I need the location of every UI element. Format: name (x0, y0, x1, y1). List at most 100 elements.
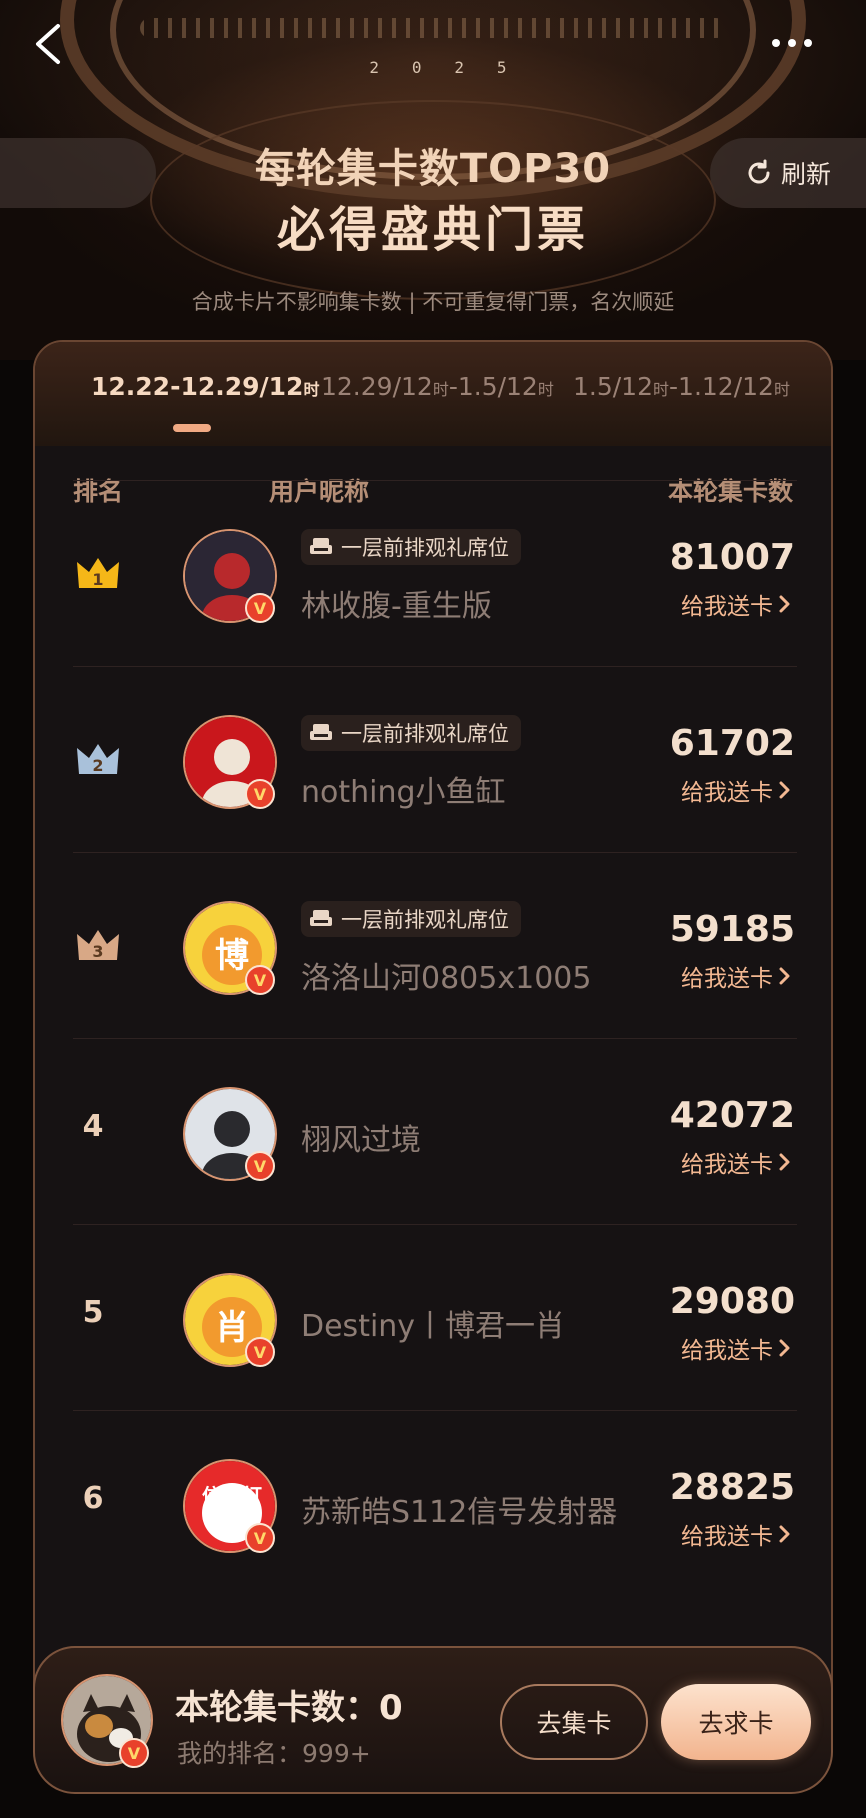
user-nickname: 林收腹-重生版 (301, 589, 492, 624)
refresh-label: 刷新 (780, 160, 831, 189)
back-button[interactable] (30, 22, 70, 66)
send-card-label: 给我送卡 (681, 1338, 773, 1364)
verified-badge-icon: V (245, 779, 275, 809)
tab-label: -1.12/12 (669, 372, 774, 401)
active-tab-indicator (173, 424, 211, 432)
refresh-button[interactable]: 刷新 (710, 138, 866, 208)
more-button[interactable] (772, 28, 828, 58)
chevron-right-icon (779, 595, 790, 613)
send-card-label: 给我送卡 (681, 966, 773, 992)
rank-crown-icon: 3 (75, 926, 121, 962)
tab-label: 1.5/12 (573, 372, 653, 401)
my-status-bar: V 本轮集卡数：0 我的排名：999+ 去集卡 去求卡 (33, 1646, 833, 1794)
tab-label-unit: 时 (653, 380, 670, 399)
send-card-label: 给我送卡 (681, 1152, 773, 1178)
more-dots-icon (772, 39, 780, 47)
rank-crown-icon: 1 (75, 554, 121, 590)
verified-badge-icon: V (245, 1337, 275, 1367)
round-tabs: 12.22-12.29/12时 12.29/12时-1.5/12时 1.5/12… (35, 342, 831, 446)
card-count: 81007 (669, 537, 795, 578)
year-digit: 2 (454, 57, 469, 77)
user-nickname: 洛洛山河0805x1005 (301, 961, 592, 996)
user-nickname: 苏新皓S112信号发射器 (301, 1495, 618, 1530)
seat-tag-label: 一层前排观礼席位 (341, 536, 509, 560)
year-digit: 0 (411, 57, 426, 77)
svg-text:博: 博 (215, 936, 249, 976)
tab-round-3[interactable]: 1.5/12时-1.12/12时 (573, 372, 790, 401)
seat-tag: 一层前排观礼席位 (301, 529, 521, 565)
tab-round-1[interactable]: 12.22-12.29/12时 (91, 372, 319, 401)
leaderboard-row[interactable]: 5 肖 V Destiny丨博君一肖 29080 给我送卡 (73, 1224, 797, 1410)
send-card-label: 给我送卡 (681, 1524, 773, 1550)
leaderboard-row[interactable]: 6 信号灯 卡送我 V 苏新皓S112信号发射器 28825 给我送卡 (73, 1410, 797, 1596)
leaderboard-row[interactable]: 4 V 栩风过境 42072 给我送卡 (73, 1038, 797, 1224)
user-nickname: Destiny丨博君一肖 (301, 1309, 566, 1344)
tab-round-2[interactable]: 12.29/12时-1.5/12时 (321, 372, 554, 401)
send-card-label: 给我送卡 (681, 594, 773, 620)
tab-label-unit: 时 (773, 380, 790, 399)
send-card-link[interactable]: 给我送卡 (681, 959, 791, 993)
tab-label-unit: 时 (537, 380, 554, 399)
more-dot (804, 39, 812, 47)
chevron-right-icon (779, 1525, 790, 1543)
tab-label: 12.22-12.29/12 (91, 372, 304, 401)
more-dot (788, 39, 796, 47)
chevron-right-icon (779, 781, 790, 799)
seat-tag-label: 一层前排观礼席位 (341, 908, 509, 932)
send-card-label: 给我送卡 (681, 780, 773, 806)
card-count: 61702 (669, 723, 795, 764)
rank-number: 5 (82, 1295, 104, 1330)
year-display: 2 0 2 5 (355, 52, 525, 82)
seat-tag: 一层前排观礼席位 (301, 715, 521, 751)
my-rank: 我的排名：999+ (177, 1734, 371, 1770)
chevron-right-icon (779, 1153, 790, 1171)
my-rank-label: 我的排名： (177, 1739, 303, 1768)
send-card-link[interactable]: 给我送卡 (681, 1517, 791, 1551)
chevron-right-icon (779, 967, 790, 985)
rank-number: 1 (92, 570, 103, 589)
my-rank-value: 999+ (302, 1739, 371, 1768)
card-count: 59185 (669, 909, 795, 950)
svg-text:肖: 肖 (215, 1308, 249, 1348)
sofa-icon (310, 910, 332, 926)
refresh-icon (748, 159, 770, 184)
card-count: 29080 (669, 1281, 795, 1322)
rank-number: 2 (92, 756, 103, 775)
verified-badge-icon: V (245, 965, 275, 995)
send-card-link[interactable]: 给我送卡 (681, 773, 791, 807)
card-count: 28825 (669, 1467, 795, 1508)
leaderboard-row[interactable]: 3 博 V 一层前排观礼席位洛洛山河0805x1005 59185 给我送卡 (73, 852, 797, 1038)
leaderboard-row[interactable]: 1 V 一层前排观礼席位林收腹-重生版 81007 给我送卡 (73, 480, 797, 666)
year-digit: 5 (496, 57, 511, 77)
rank-number: 4 (82, 1109, 104, 1144)
user-nickname: 栩风过境 (301, 1123, 421, 1158)
send-card-link[interactable]: 给我送卡 (681, 587, 791, 621)
seat-tag-label: 一层前排观礼席位 (341, 722, 509, 746)
user-nickname: nothing小鱼缸 (301, 775, 506, 810)
chevron-right-icon (779, 1339, 790, 1357)
leaderboard-card: 12.22-12.29/12时 12.29/12时-1.5/12时 1.5/12… (33, 340, 833, 1740)
tab-label: 12.29/12 (321, 372, 433, 401)
verified-badge-icon: V (245, 1523, 275, 1553)
my-count-label: 本轮集卡数： (175, 1688, 379, 1728)
sofa-icon (310, 538, 332, 554)
send-card-link[interactable]: 给我送卡 (681, 1145, 791, 1179)
decorative-lights (140, 18, 726, 38)
svg-text:信号灯: 信号灯 (202, 1484, 262, 1508)
go-collect-button[interactable]: 去集卡 (500, 1684, 648, 1760)
verified-badge-icon: V (245, 593, 275, 623)
sofa-icon (310, 724, 332, 740)
leaderboard-row[interactable]: 2 V 一层前排观礼席位 nothing小鱼缸 61702 给我送卡 (73, 666, 797, 852)
rank-number: 6 (82, 1481, 104, 1516)
go-request-button[interactable]: 去求卡 (661, 1684, 811, 1760)
year-digit: 2 (369, 57, 384, 77)
rank-number: 3 (92, 942, 103, 961)
tab-label: -1.5/12 (448, 372, 538, 401)
chevron-left-icon (36, 24, 60, 64)
my-card-count: 本轮集卡数：0 (175, 1680, 403, 1729)
verified-badge-icon: V (119, 1738, 149, 1768)
send-card-link[interactable]: 给我送卡 (681, 1331, 791, 1365)
card-count: 42072 (669, 1095, 795, 1136)
rank-crown-icon: 2 (75, 740, 121, 776)
seat-tag: 一层前排观礼席位 (301, 901, 521, 937)
